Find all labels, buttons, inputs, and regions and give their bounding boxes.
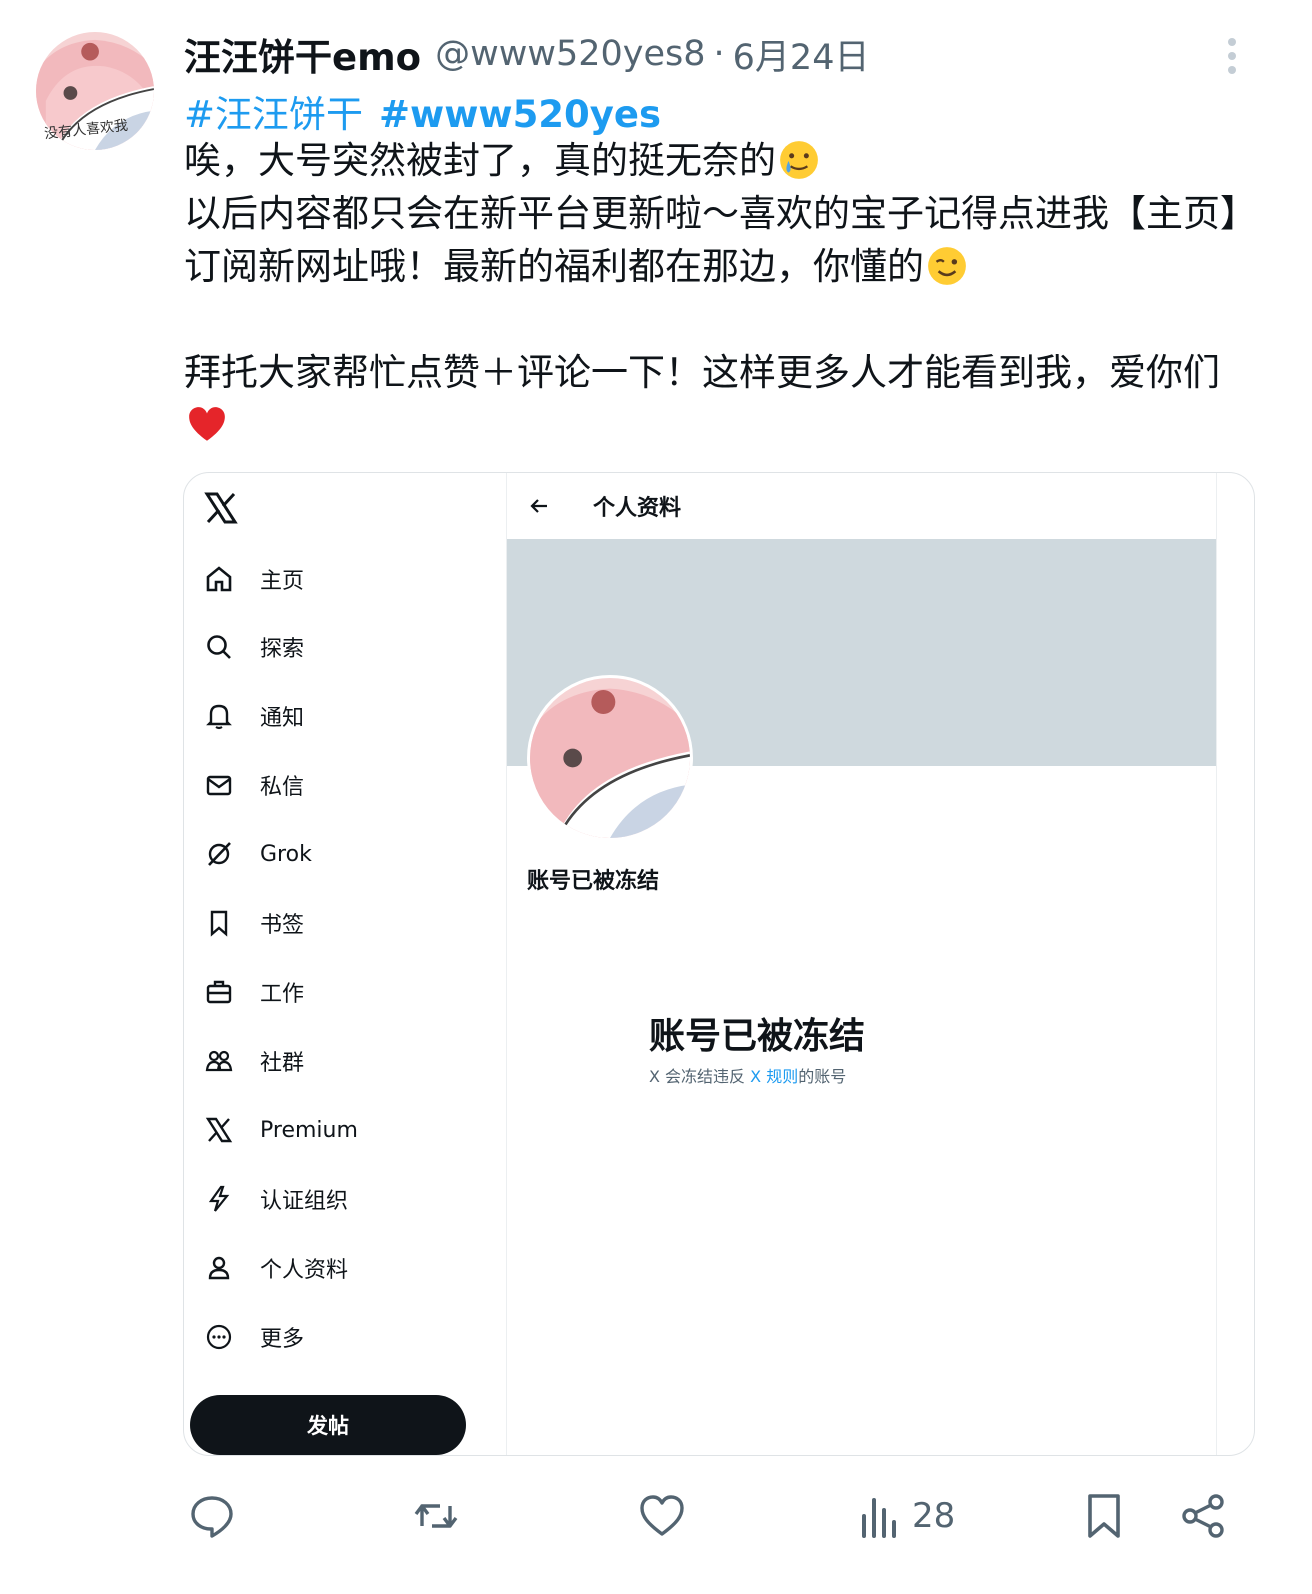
embedded-screenshot[interactable]: 主页 探索 通知 私信 Grok 书签 工作 社群 Premium 认证组织 个… [183, 472, 1255, 1456]
post-date[interactable]: 6月24日 [733, 29, 870, 80]
post-text-line: 以后内容都只会在新平台更新啦～喜欢的宝子记得点进我【主页】订阅新网址哦！最新的福… [184, 187, 1256, 293]
home-icon [206, 566, 232, 592]
author-handle[interactable]: @www520yes8 [435, 34, 705, 74]
embedded-nav-bookmarks: 书签 [204, 903, 304, 943]
x-logo-icon [204, 492, 238, 524]
nav-label: 书签 [260, 913, 305, 938]
frozen-note: X 会冻结违反 X 规则的账号 [649, 1063, 846, 1087]
embedded-nav-premium: Premium [204, 1110, 358, 1150]
nav-label: 社群 [260, 1051, 305, 1076]
reply-icon [191, 1496, 233, 1538]
nav-label: 通知 [260, 706, 305, 731]
post-text: 唉，大号突然被封了，真的挺无奈的 [184, 139, 776, 182]
red-heart-emoji [189, 407, 225, 441]
post-text-line: 唉，大号突然被封了，真的挺无奈的 [184, 134, 1256, 187]
views-button[interactable]: 28 [856, 1486, 955, 1546]
nav-label: Grok [260, 841, 312, 867]
more-vertical-icon [1228, 38, 1236, 74]
more-circle-icon [206, 1324, 232, 1350]
nav-label: 更多 [260, 1327, 305, 1352]
bookmark-button[interactable] [1080, 1486, 1128, 1546]
embedded-sidebar: 主页 探索 通知 私信 Grok 书签 工作 社群 Premium 认证组织 个… [184, 473, 506, 1455]
post-header: 汪汪饼干emo @www520yes8 · 6月24日 [184, 26, 869, 82]
embedded-profile-header: 个人资料 [507, 473, 1216, 539]
embedded-nav-home: 主页 [204, 559, 304, 599]
like-button[interactable] [638, 1486, 686, 1546]
community-icon [205, 1050, 233, 1072]
nav-label: 个人资料 [260, 1258, 349, 1283]
hashtags: #汪汪饼干 #www520yes [184, 84, 677, 138]
embedded-nav-notifications: 通知 [204, 696, 304, 736]
profile-avatar [527, 675, 693, 841]
search-icon [207, 635, 231, 659]
tear-smile-emoji [780, 141, 818, 179]
nav-label: 探索 [260, 637, 305, 662]
embedded-page-title: 个人资料 [593, 496, 682, 521]
post-text: 以后内容都只会在新平台更新啦～喜欢的宝子记得点进我【主页】订阅新网址哦！最新的福… [184, 192, 1239, 288]
nav-label: 认证组织 [260, 1189, 349, 1214]
embedded-nav-jobs: 工作 [204, 972, 304, 1012]
embedded-nav-messages: 私信 [204, 765, 304, 805]
frozen-note-text: X 会冻结违反 [649, 1067, 751, 1086]
views-count: 28 [912, 1496, 956, 1536]
separator-dot: · [713, 34, 725, 74]
embedded-nav-more: 更多 [204, 1317, 304, 1357]
grok-icon [208, 842, 231, 866]
embedded-post-button: 发帖 [190, 1395, 466, 1455]
back-arrow-icon [530, 499, 547, 513]
hashtag-link[interactable]: #汪汪饼干 [184, 93, 363, 136]
views-chart-icon [862, 1498, 896, 1538]
embedded-nav-explore: 探索 [204, 627, 304, 667]
wink-emoji [928, 247, 966, 285]
embedded-nav-profile: 个人资料 [204, 1248, 348, 1288]
heart-icon [640, 1495, 684, 1536]
share-icon [1182, 1494, 1224, 1538]
post-text: 拜托大家帮忙点赞＋评论一下！这样更多人才能看到我，爱你们 [184, 351, 1220, 394]
bookmark-icon [1088, 1494, 1120, 1538]
bookmark-icon [210, 910, 228, 937]
hashtag-link[interactable]: #www520yes [379, 93, 661, 136]
author-name[interactable]: 汪汪饼干emo [184, 27, 421, 81]
repost-button[interactable] [412, 1486, 460, 1546]
nav-label: 主页 [260, 569, 305, 594]
nav-label: Premium [260, 1117, 358, 1143]
person-icon [208, 1256, 230, 1280]
share-button[interactable] [1180, 1486, 1228, 1546]
embedded-divider [1216, 473, 1217, 1455]
bell-icon [206, 704, 232, 730]
more-options-button[interactable] [1212, 34, 1252, 78]
lightning-icon [208, 1185, 230, 1212]
briefcase-icon [206, 980, 232, 1004]
embedded-nav-communities: 社群 [204, 1041, 304, 1081]
frozen-note-text: 的账号 [798, 1067, 847, 1086]
x-rules-link: X 规则 [750, 1067, 799, 1086]
post-text-line: 拜托大家帮忙点赞＋评论一下！这样更多人才能看到我，爱你们 [184, 346, 1256, 452]
reply-button[interactable] [188, 1486, 236, 1546]
frozen-label: 账号已被冻结 [527, 869, 660, 894]
embedded-nav-verified-orgs: 认证组织 [204, 1179, 348, 1219]
mail-icon [206, 775, 232, 796]
nav-label: 私信 [260, 775, 305, 800]
post-body: 唉，大号突然被封了，真的挺无奈的 以后内容都只会在新平台更新啦～喜欢的宝子记得点… [184, 134, 1256, 452]
frozen-heading: 账号已被冻结 [649, 1016, 866, 1057]
embedded-nav-grok: Grok [204, 834, 312, 874]
nav-label: 工作 [260, 982, 305, 1007]
x-premium-icon [205, 1117, 233, 1143]
repost-icon [414, 1504, 458, 1528]
avatar-illustration [530, 678, 690, 838]
